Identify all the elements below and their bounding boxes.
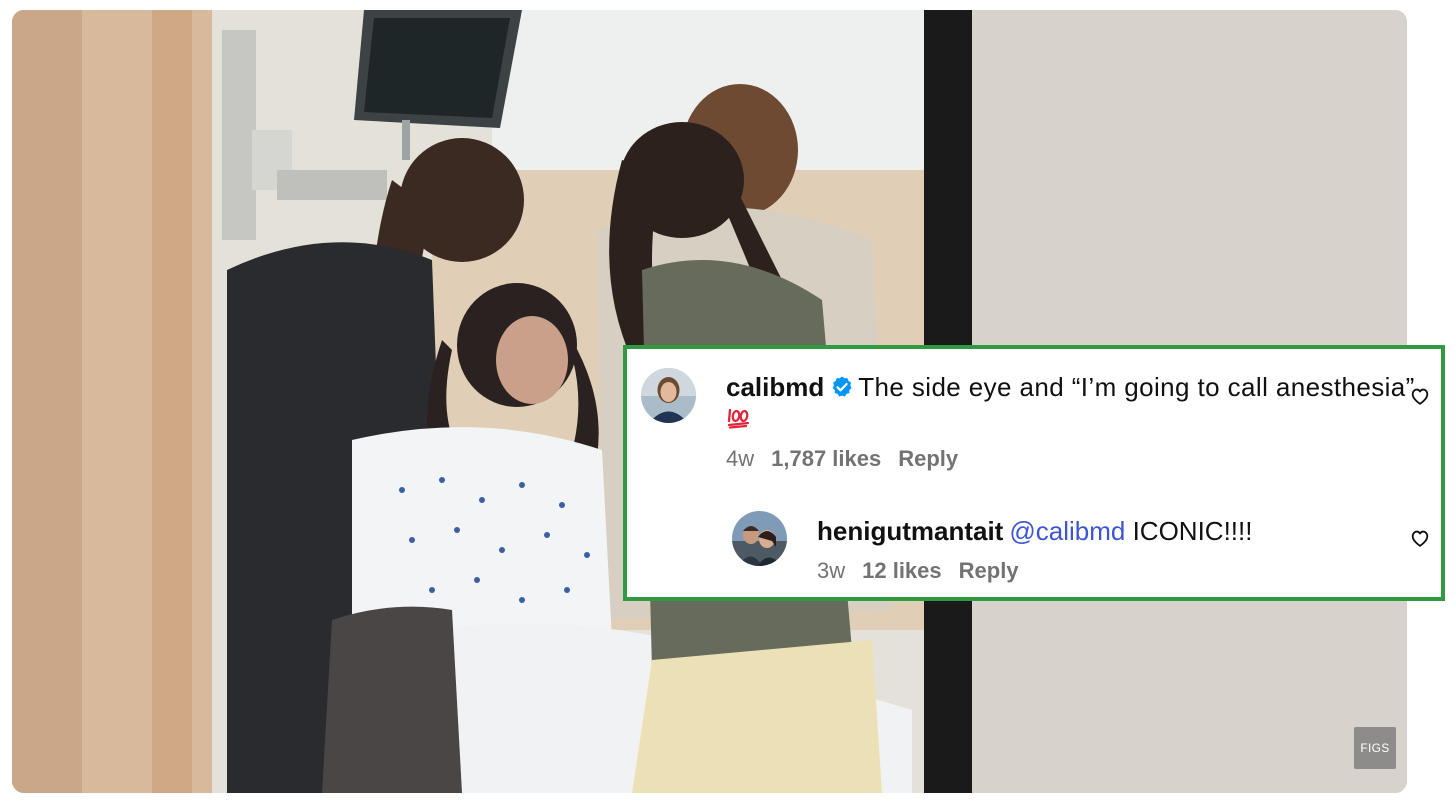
henigutmantait-avatar[interactable] bbox=[732, 511, 787, 566]
comment-1-meta: 4w 1,787 likes Reply bbox=[726, 446, 975, 472]
comment-1-likes[interactable]: 1,787 likes bbox=[771, 446, 881, 471]
comment-2-likes[interactable]: 12 likes bbox=[862, 558, 942, 583]
comment-2-username[interactable]: henigutmantait bbox=[817, 516, 1003, 546]
hundred-points-emoji bbox=[727, 408, 750, 429]
comment-2-like-heart-icon[interactable] bbox=[1409, 527, 1431, 549]
comment-2-reply-button[interactable]: Reply bbox=[959, 558, 1019, 583]
comment-card: calibmd The side eye and “I’m going to c… bbox=[623, 345, 1445, 601]
comment-2-text: ICONIC!!!! bbox=[1132, 516, 1253, 546]
verified-badge-icon bbox=[832, 376, 852, 397]
figs-watermark-label: FIGS bbox=[1360, 741, 1390, 755]
comment-2-mention-link[interactable]: @calibmd bbox=[1009, 516, 1125, 546]
comment-1-age: 4w bbox=[726, 446, 755, 471]
comment-1-body: calibmd The side eye and “I’m going to c… bbox=[726, 369, 1414, 405]
comment-2-age: 3w bbox=[817, 558, 846, 583]
comment-2-meta: 3w 12 likes Reply bbox=[817, 558, 1036, 584]
figs-watermark: FIGS bbox=[1354, 727, 1396, 769]
calibmd-avatar[interactable] bbox=[641, 368, 696, 423]
comment-2-body: henigutmantait @calibmd ICONIC!!!! bbox=[817, 513, 1252, 549]
comment-1-username[interactable]: calibmd bbox=[726, 372, 824, 402]
comment-1-text: The side eye and “I’m going to call anes… bbox=[858, 372, 1415, 402]
comment-1-like-heart-icon[interactable] bbox=[1409, 385, 1431, 407]
comment-1-reply-button[interactable]: Reply bbox=[898, 446, 958, 471]
